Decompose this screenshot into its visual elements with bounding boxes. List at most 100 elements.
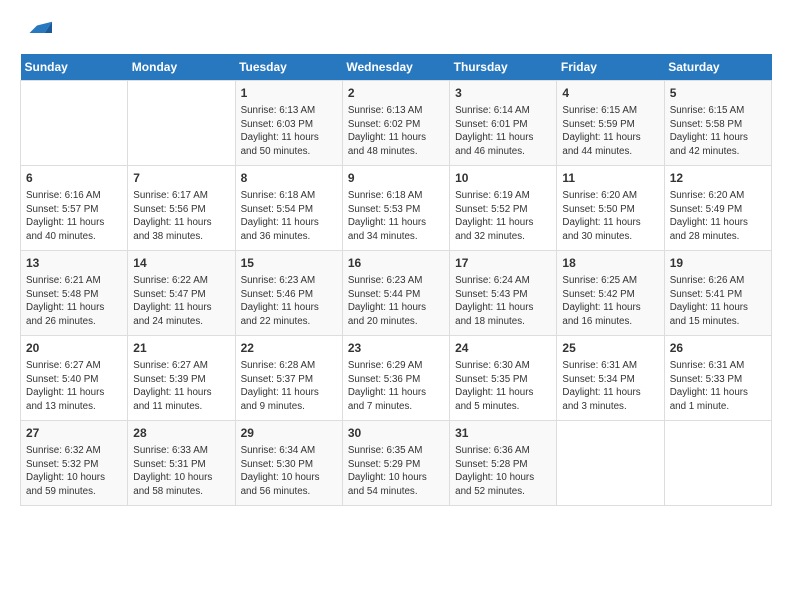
day-info: Sunrise: 6:35 AM Sunset: 5:29 PM Dayligh…	[348, 444, 444, 499]
calendar-week-5: 27 Sunrise: 6:32 AM Sunset: 5:32 PM Dayli…	[21, 421, 772, 506]
day-info: Sunrise: 6:13 AM Sunset: 6:02 PM Dayligh…	[348, 104, 444, 159]
day-number: 23	[348, 340, 444, 357]
day-info: Sunrise: 6:15 AM Sunset: 5:59 PM Dayligh…	[562, 104, 658, 159]
calendar-cell: 24 Sunrise: 6:30 AM Sunset: 5:35 PM Dayli…	[450, 336, 557, 421]
day-number: 6	[26, 170, 122, 187]
calendar-week-2: 6 Sunrise: 6:16 AM Sunset: 5:57 PM Daylig…	[21, 166, 772, 251]
day-number: 1	[241, 85, 337, 102]
weekday-header-sunday: Sunday	[21, 54, 128, 81]
calendar-cell: 23Sunrise: 6:29 AM Sunset: 5:36 PM Dayli…	[342, 336, 449, 421]
logo	[20, 20, 52, 44]
calendar-cell: 8Sunrise: 6:18 AM Sunset: 5:54 PM Daylig…	[235, 166, 342, 251]
day-info: Sunrise: 6:20 AM Sunset: 5:50 PM Dayligh…	[562, 189, 658, 244]
weekday-header-monday: Monday	[128, 54, 235, 81]
day-info: Sunrise: 6:31 AM Sunset: 5:33 PM Dayligh…	[670, 359, 766, 414]
calendar-cell: 2 Sunrise: 6:13 AM Sunset: 6:02 PM Daylig…	[342, 81, 449, 166]
day-number: 22	[241, 340, 337, 357]
day-info: Sunrise: 6:22 AM Sunset: 5:47 PM Dayligh…	[133, 274, 229, 329]
calendar-cell: 1 Sunrise: 6:13 AM Sunset: 6:03 PM Daylig…	[235, 81, 342, 166]
day-number: 5	[670, 85, 766, 102]
day-info: Sunrise: 6:26 AM Sunset: 5:41 PM Dayligh…	[670, 274, 766, 329]
calendar-cell: 15 Sunrise: 6:23 AM Sunset: 5:46 PM Dayli…	[235, 251, 342, 336]
calendar-table: SundayMondayTuesdayWednesdayThursdayFrid…	[20, 54, 772, 506]
day-number: 18	[562, 255, 658, 272]
day-number: 14	[133, 255, 229, 272]
day-number: 19	[670, 255, 766, 272]
calendar-cell: 29 Sunrise: 6:34 AM Sunset: 5:30 PM Dayli…	[235, 421, 342, 506]
day-number: 30	[348, 425, 444, 442]
day-info: Sunrise: 6:36 AM Sunset: 5:28 PM Dayligh…	[455, 444, 551, 499]
calendar-cell: 25 Sunrise: 6:31 AM Sunset: 5:34 PM Dayli…	[557, 336, 664, 421]
calendar-cell: 9Sunrise: 6:18 AM Sunset: 5:53 PM Daylig…	[342, 166, 449, 251]
day-number: 16	[348, 255, 444, 272]
calendar-cell: 4 Sunrise: 6:15 AM Sunset: 5:59 PM Daylig…	[557, 81, 664, 166]
calendar-cell: 17Sunrise: 6:24 AM Sunset: 5:43 PM Dayli…	[450, 251, 557, 336]
calendar-cell: 3 Sunrise: 6:14 AM Sunset: 6:01 PM Daylig…	[450, 81, 557, 166]
day-info: Sunrise: 6:32 AM Sunset: 5:32 PM Dayligh…	[26, 444, 122, 499]
day-info: Sunrise: 6:17 AM Sunset: 5:56 PM Dayligh…	[133, 189, 229, 244]
day-number: 27	[26, 425, 122, 442]
day-number: 3	[455, 85, 551, 102]
day-info: Sunrise: 6:25 AM Sunset: 5:42 PM Dayligh…	[562, 274, 658, 329]
calendar-cell: 12Sunrise: 6:20 AM Sunset: 5:49 PM Dayli…	[664, 166, 771, 251]
day-info: Sunrise: 6:27 AM Sunset: 5:39 PM Dayligh…	[133, 359, 229, 414]
day-info: Sunrise: 6:18 AM Sunset: 5:53 PM Dayligh…	[348, 189, 444, 244]
weekday-header-friday: Friday	[557, 54, 664, 81]
calendar-cell: 21 Sunrise: 6:27 AM Sunset: 5:39 PM Dayli…	[128, 336, 235, 421]
day-info: Sunrise: 6:14 AM Sunset: 6:01 PM Dayligh…	[455, 104, 551, 159]
day-number: 7	[133, 170, 229, 187]
page-header	[20, 20, 772, 44]
calendar-cell: 20Sunrise: 6:27 AM Sunset: 5:40 PM Dayli…	[21, 336, 128, 421]
day-info: Sunrise: 6:16 AM Sunset: 5:57 PM Dayligh…	[26, 189, 122, 244]
calendar-cell: 22 Sunrise: 6:28 AM Sunset: 5:37 PM Dayli…	[235, 336, 342, 421]
calendar-week-1: 1 Sunrise: 6:13 AM Sunset: 6:03 PM Daylig…	[21, 81, 772, 166]
day-info: Sunrise: 6:31 AM Sunset: 5:34 PM Dayligh…	[562, 359, 658, 414]
calendar-cell: 31Sunrise: 6:36 AM Sunset: 5:28 PM Dayli…	[450, 421, 557, 506]
calendar-cell: 5Sunrise: 6:15 AM Sunset: 5:58 PM Daylig…	[664, 81, 771, 166]
day-number: 24	[455, 340, 551, 357]
weekday-header-thursday: Thursday	[450, 54, 557, 81]
day-number: 8	[241, 170, 337, 187]
calendar-week-3: 13Sunrise: 6:21 AM Sunset: 5:48 PM Dayli…	[21, 251, 772, 336]
day-number: 17	[455, 255, 551, 272]
day-info: Sunrise: 6:20 AM Sunset: 5:49 PM Dayligh…	[670, 189, 766, 244]
day-info: Sunrise: 6:30 AM Sunset: 5:35 PM Dayligh…	[455, 359, 551, 414]
calendar-cell	[21, 81, 128, 166]
day-number: 15	[241, 255, 337, 272]
day-number: 25	[562, 340, 658, 357]
day-number: 28	[133, 425, 229, 442]
calendar-cell	[557, 421, 664, 506]
day-number: 26	[670, 340, 766, 357]
weekday-header-saturday: Saturday	[664, 54, 771, 81]
day-number: 4	[562, 85, 658, 102]
calendar-week-4: 20Sunrise: 6:27 AM Sunset: 5:40 PM Dayli…	[21, 336, 772, 421]
day-info: Sunrise: 6:34 AM Sunset: 5:30 PM Dayligh…	[241, 444, 337, 499]
day-number: 11	[562, 170, 658, 187]
weekday-header-tuesday: Tuesday	[235, 54, 342, 81]
day-info: Sunrise: 6:19 AM Sunset: 5:52 PM Dayligh…	[455, 189, 551, 244]
day-info: Sunrise: 6:23 AM Sunset: 5:44 PM Dayligh…	[348, 274, 444, 329]
day-number: 13	[26, 255, 122, 272]
calendar-cell: 19 Sunrise: 6:26 AM Sunset: 5:41 PM Dayli…	[664, 251, 771, 336]
calendar-cell: 7 Sunrise: 6:17 AM Sunset: 5:56 PM Daylig…	[128, 166, 235, 251]
day-number: 29	[241, 425, 337, 442]
calendar-cell: 11 Sunrise: 6:20 AM Sunset: 5:50 PM Dayli…	[557, 166, 664, 251]
calendar-cell	[128, 81, 235, 166]
calendar-cell: 30 Sunrise: 6:35 AM Sunset: 5:29 PM Dayli…	[342, 421, 449, 506]
day-info: Sunrise: 6:23 AM Sunset: 5:46 PM Dayligh…	[241, 274, 337, 329]
day-info: Sunrise: 6:28 AM Sunset: 5:37 PM Dayligh…	[241, 359, 337, 414]
day-number: 2	[348, 85, 444, 102]
calendar-cell: 10Sunrise: 6:19 AM Sunset: 5:52 PM Dayli…	[450, 166, 557, 251]
calendar-header: SundayMondayTuesdayWednesdayThursdayFrid…	[21, 54, 772, 81]
weekday-header-wednesday: Wednesday	[342, 54, 449, 81]
calendar-cell	[664, 421, 771, 506]
day-info: Sunrise: 6:13 AM Sunset: 6:03 PM Dayligh…	[241, 104, 337, 159]
calendar-cell: 6 Sunrise: 6:16 AM Sunset: 5:57 PM Daylig…	[21, 166, 128, 251]
calendar-cell: 18 Sunrise: 6:25 AM Sunset: 5:42 PM Dayli…	[557, 251, 664, 336]
logo-icon	[22, 18, 52, 36]
calendar-cell: 28Sunrise: 6:33 AM Sunset: 5:31 PM Dayli…	[128, 421, 235, 506]
day-number: 21	[133, 340, 229, 357]
calendar-cell: 16 Sunrise: 6:23 AM Sunset: 5:44 PM Dayli…	[342, 251, 449, 336]
calendar-cell: 13Sunrise: 6:21 AM Sunset: 5:48 PM Dayli…	[21, 251, 128, 336]
calendar-cell: 26 Sunrise: 6:31 AM Sunset: 5:33 PM Dayli…	[664, 336, 771, 421]
